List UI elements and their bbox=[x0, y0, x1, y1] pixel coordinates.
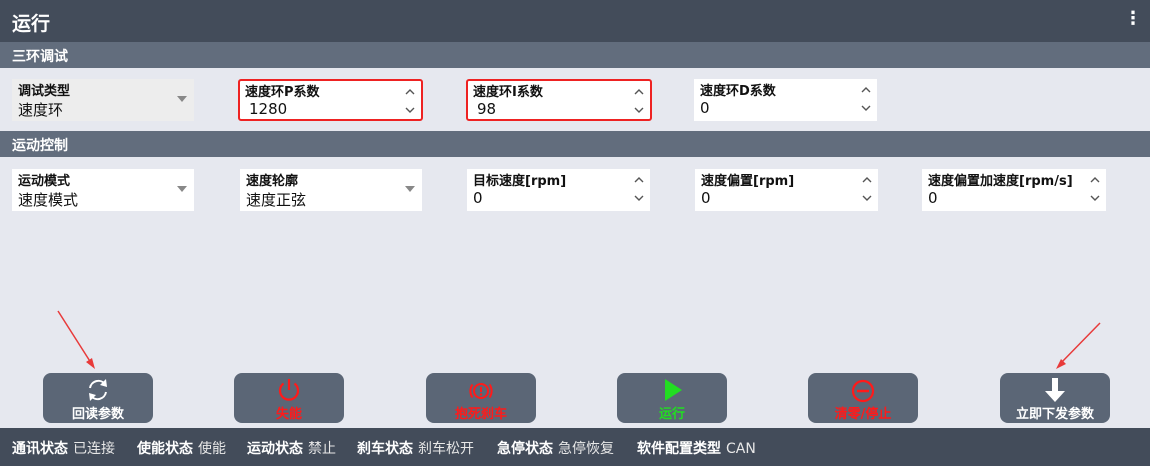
offset-accel-value: 0 bbox=[928, 189, 938, 207]
status-config-type-key: 软件配置类型 bbox=[637, 441, 721, 457]
download-params-button[interactable]: 立即下发参数 bbox=[1000, 373, 1110, 423]
status-estop-value: 急停恢复 bbox=[558, 441, 614, 457]
download-params-label: 立即下发参数 bbox=[1015, 407, 1094, 422]
section-motion-title: 运动控制 bbox=[12, 138, 68, 154]
chevron-down-icon bbox=[177, 96, 187, 102]
spin-arrows-icon[interactable] bbox=[633, 84, 645, 118]
status-config-type: 软件配置类型 CAN bbox=[637, 438, 756, 458]
status-motion: 运动状态 禁止 bbox=[247, 438, 336, 458]
brake-label: 抱死刹车 bbox=[454, 407, 507, 422]
status-estop: 急停状态 急停恢复 bbox=[497, 438, 614, 458]
speed-offset-value: 0 bbox=[701, 189, 711, 207]
speed-p-spinbox[interactable]: 速度环P系数 1280 bbox=[238, 79, 423, 121]
section-motion-header: 运动控制 bbox=[0, 131, 1150, 157]
motion-mode-value: 速度模式 bbox=[18, 191, 79, 209]
refresh-icon bbox=[89, 379, 107, 401]
play-icon bbox=[665, 379, 682, 401]
chevron-down-icon bbox=[177, 186, 187, 192]
speed-profile-value: 速度正弦 bbox=[246, 191, 307, 209]
clear-stop-button[interactable]: 清零/停止 bbox=[808, 373, 918, 423]
speed-d-value: 0 bbox=[700, 99, 710, 117]
motion-mode-label: 运动模式 bbox=[18, 174, 71, 189]
run-button[interactable]: 运行 bbox=[617, 373, 727, 423]
status-bar: 通讯状态 已连接 使能状态 使能 运动状态 禁止 刹车状态 刹车松开 急停状态 急停恢复 … bbox=[0, 428, 1150, 466]
speed-d-label: 速度环D系数 bbox=[700, 84, 776, 99]
status-brake: 刹车状态 刹车松开 bbox=[357, 438, 474, 458]
status-estop-key: 急停状态 bbox=[497, 441, 553, 457]
speed-i-label: 速度环I系数 bbox=[473, 85, 543, 100]
speed-profile-label: 速度轮廓 bbox=[246, 174, 299, 189]
target-speed-label: 目标速度[rpm] bbox=[473, 174, 567, 189]
annotation-arrow-left bbox=[57, 310, 95, 369]
spin-arrows-icon[interactable] bbox=[860, 82, 872, 116]
power-icon bbox=[278, 379, 300, 401]
debug-type-select[interactable]: 调试类型 速度环 bbox=[12, 79, 194, 121]
status-motion-key: 运动状态 bbox=[247, 441, 303, 457]
speed-offset-label: 速度偏置[rpm] bbox=[701, 174, 795, 189]
status-motion-value: 禁止 bbox=[308, 441, 336, 457]
status-brake-key: 刹车状态 bbox=[357, 441, 413, 457]
status-brake-value: 刹车松开 bbox=[418, 441, 474, 457]
window-titlebar: 运行 ⋮ bbox=[0, 0, 1150, 42]
clear-stop-label: 清零/停止 bbox=[834, 407, 892, 422]
window-title: 运行 bbox=[12, 13, 51, 35]
spin-arrows-icon[interactable] bbox=[1089, 172, 1101, 206]
section-three-loop-header: 三环调试 bbox=[0, 42, 1150, 68]
spin-arrows-icon[interactable] bbox=[861, 172, 873, 206]
status-enable-key: 使能状态 bbox=[137, 441, 193, 457]
status-enable-value: 使能 bbox=[198, 441, 226, 457]
status-comm-key: 通讯状态 bbox=[12, 441, 68, 457]
chevron-down-icon bbox=[405, 186, 415, 192]
brake-button[interactable]: 抱死刹车 bbox=[426, 373, 536, 423]
motion-mode-select[interactable]: 运动模式 速度模式 bbox=[12, 169, 194, 211]
target-speed-value: 0 bbox=[473, 189, 483, 207]
brake-icon bbox=[469, 383, 493, 399]
speed-p-label: 速度环P系数 bbox=[245, 85, 320, 100]
speed-p-value: 1280 bbox=[249, 100, 288, 118]
status-enable: 使能状态 使能 bbox=[137, 438, 226, 458]
speed-i-value: 98 bbox=[477, 100, 497, 118]
target-speed-spinbox[interactable]: 目标速度[rpm] 0 bbox=[467, 169, 650, 211]
arrow-down-icon bbox=[1045, 378, 1065, 402]
debug-type-value: 速度环 bbox=[18, 101, 64, 119]
stop-icon bbox=[851, 379, 875, 403]
more-options-icon[interactable]: ⋮ bbox=[1124, 8, 1142, 29]
offset-accel-spinbox[interactable]: 速度偏置加速度[rpm/s] 0 bbox=[922, 169, 1106, 211]
speed-i-spinbox[interactable]: 速度环I系数 98 bbox=[466, 79, 652, 121]
speed-d-spinbox[interactable]: 速度环D系数 0 bbox=[694, 79, 877, 121]
run-label: 运行 bbox=[658, 407, 685, 422]
status-comm-value: 已连接 bbox=[73, 441, 115, 457]
read-back-label: 回读参数 bbox=[71, 407, 124, 422]
section-three-loop-title: 三环调试 bbox=[12, 49, 68, 65]
speed-offset-spinbox[interactable]: 速度偏置[rpm] 0 bbox=[695, 169, 878, 211]
debug-type-label: 调试类型 bbox=[18, 84, 71, 99]
spin-arrows-icon[interactable] bbox=[633, 172, 645, 206]
annotation-arrow-right bbox=[1056, 322, 1101, 369]
status-comm: 通讯状态 已连接 bbox=[12, 438, 115, 458]
disable-label: 失能 bbox=[275, 407, 302, 422]
disable-button[interactable]: 失能 bbox=[234, 373, 344, 423]
status-config-type-value: CAN bbox=[726, 441, 756, 457]
read-back-button[interactable]: 回读参数 bbox=[43, 373, 153, 423]
speed-profile-select[interactable]: 速度轮廓 速度正弦 bbox=[240, 169, 422, 211]
spin-arrows-icon[interactable] bbox=[404, 84, 416, 118]
offset-accel-label: 速度偏置加速度[rpm/s] bbox=[928, 174, 1073, 189]
